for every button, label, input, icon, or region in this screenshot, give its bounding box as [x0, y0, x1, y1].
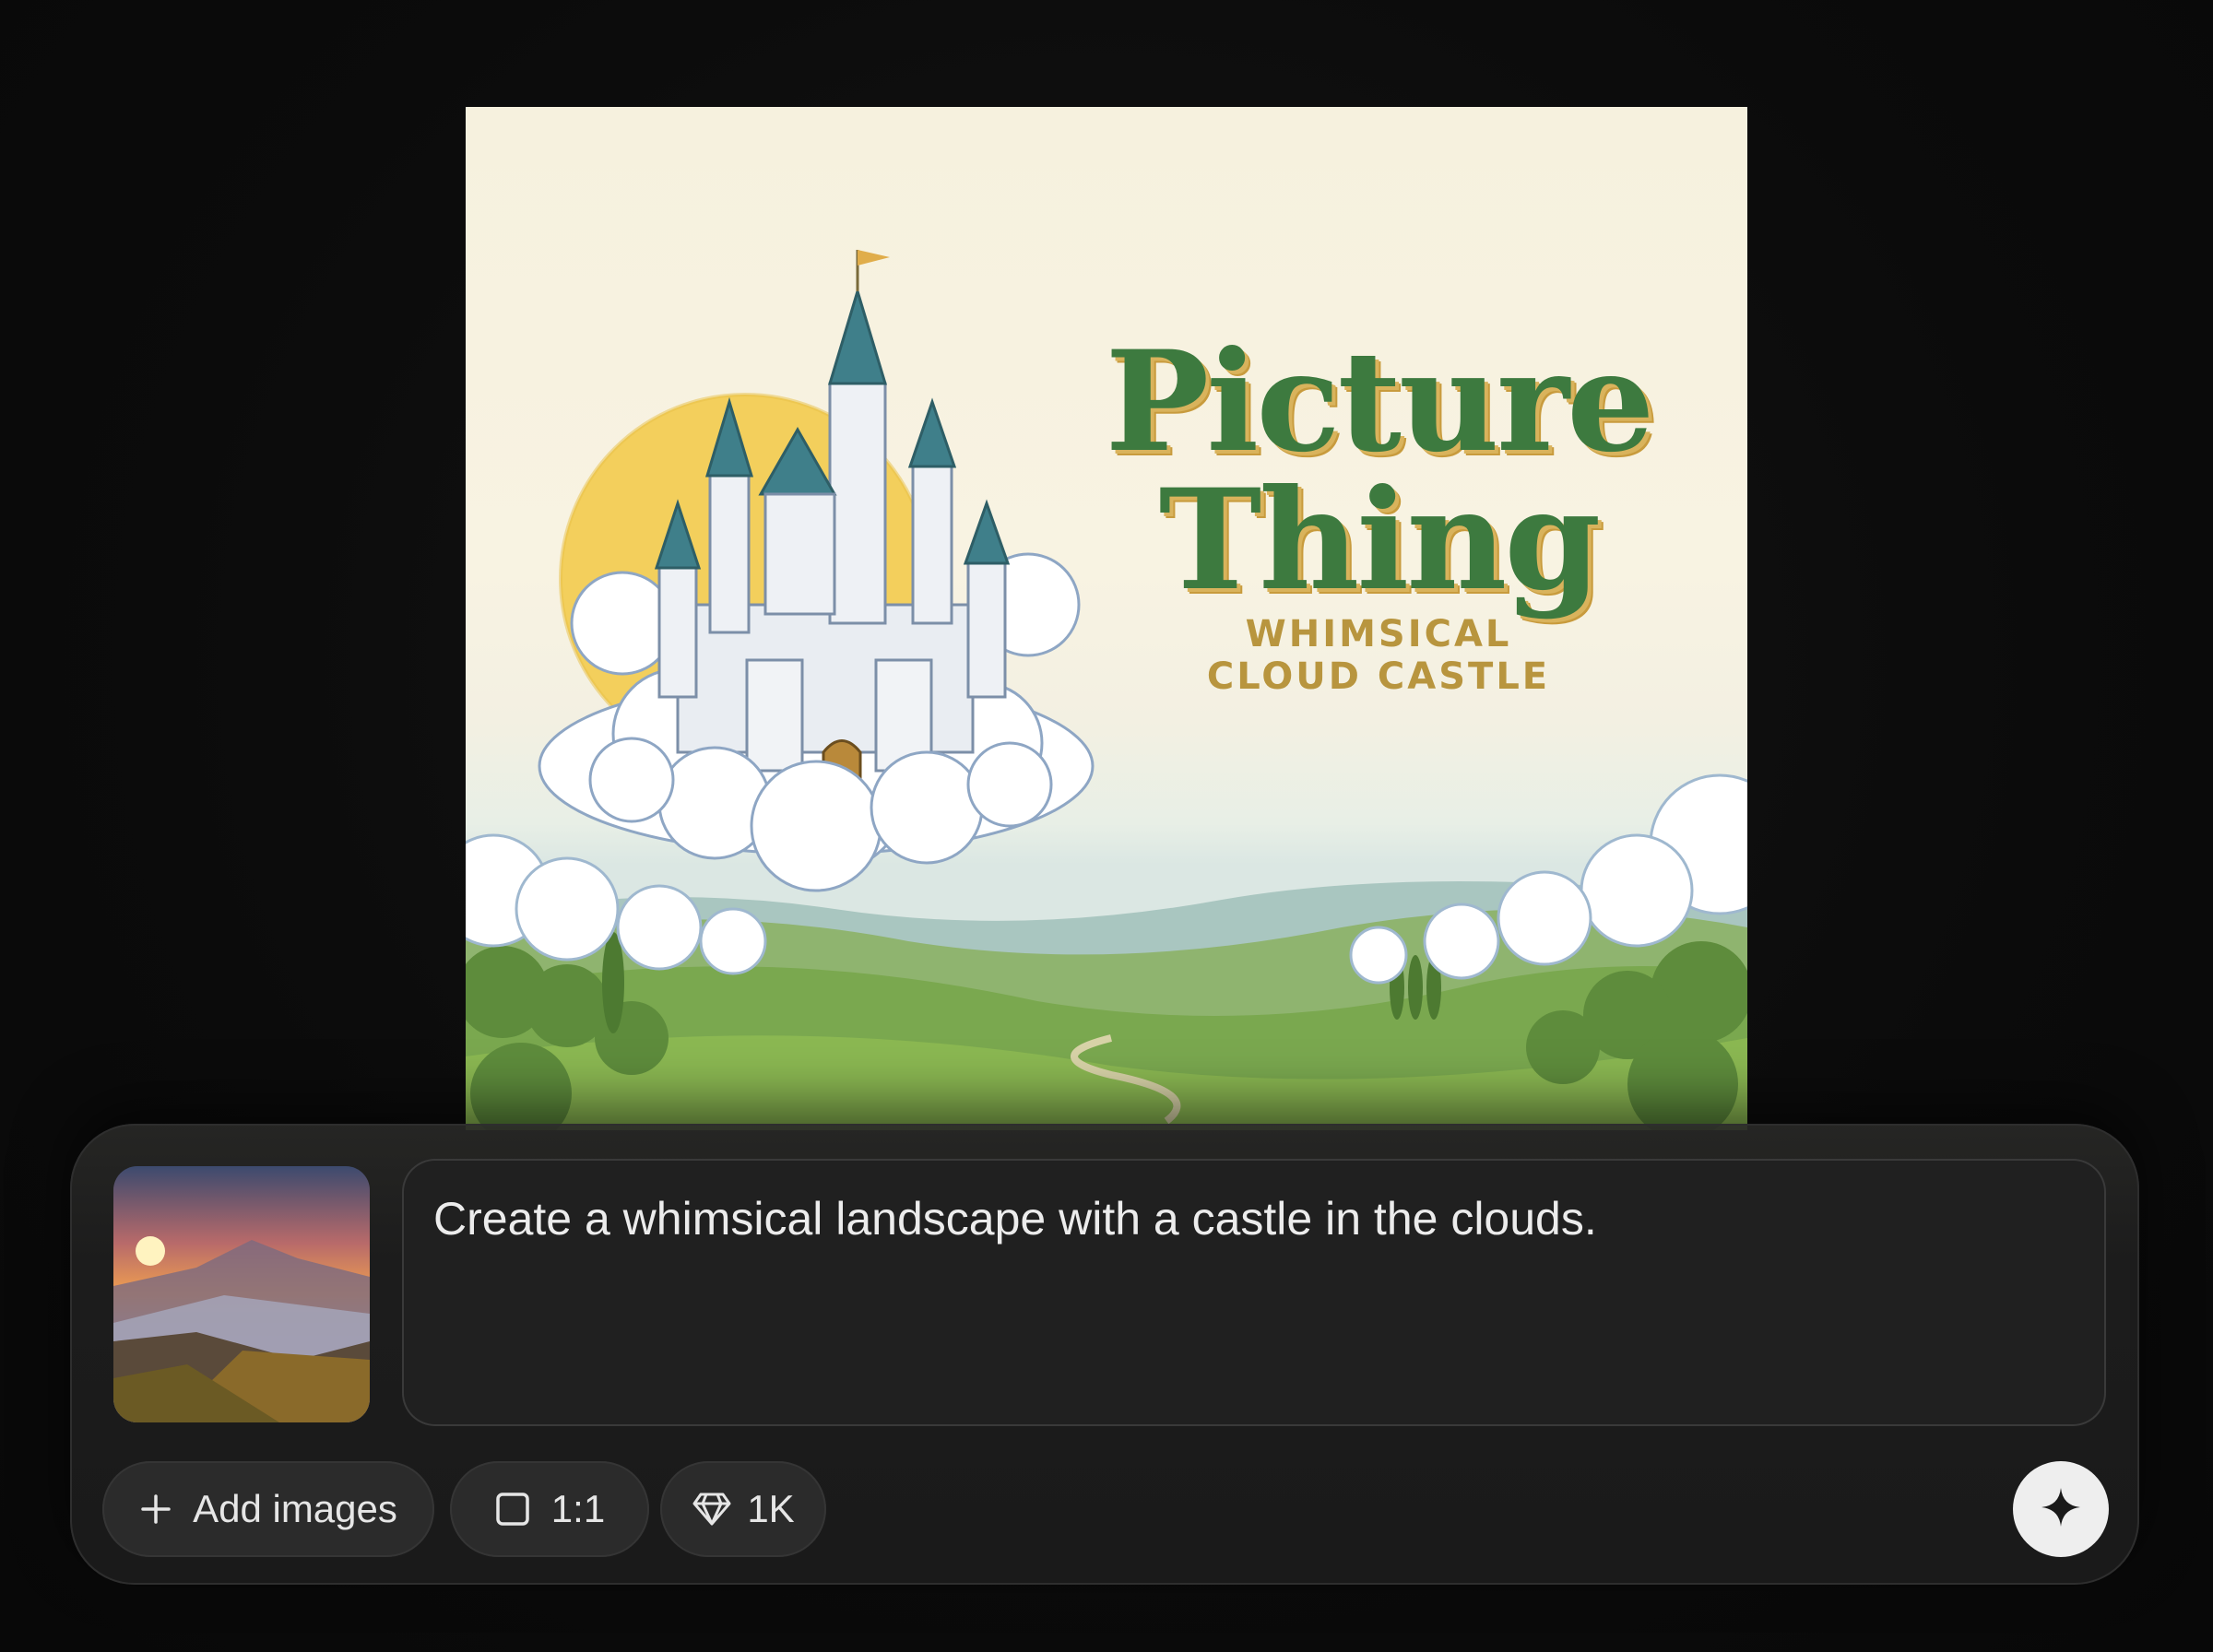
- sparkle-icon: [2040, 1486, 2082, 1533]
- quality-button[interactable]: 1K: [660, 1461, 826, 1557]
- artwork-title-line2: Thing: [1158, 459, 1602, 621]
- generate-button[interactable]: [2013, 1461, 2109, 1557]
- artwork-title-line1: Picture: [1105, 321, 1655, 483]
- sunset-mountain-thumbnail: [113, 1166, 370, 1422]
- attached-image-thumbnail[interactable]: [113, 1166, 370, 1422]
- square-icon: [494, 1491, 531, 1528]
- quality-label: 1K: [747, 1487, 795, 1530]
- aspect-ratio-label: 1:1: [550, 1487, 606, 1530]
- aspect-ratio-button[interactable]: 1:1: [450, 1461, 649, 1557]
- castle-shape: [654, 250, 1011, 791]
- diamond-icon: [692, 1491, 732, 1528]
- app-canvas: Picture Thing WHIMSICAL CLOUD CASTLE Cre…: [0, 0, 2213, 1652]
- prompt-input-container: Create a whimsical landscape with a cast…: [402, 1159, 2106, 1426]
- add-images-button[interactable]: Add images: [102, 1461, 434, 1557]
- add-images-label: Add images: [193, 1487, 397, 1530]
- artwork-subtitle-line2: CLOUD CASTLE: [1206, 655, 1551, 698]
- generated-image[interactable]: Picture Thing WHIMSICAL CLOUD CASTLE: [466, 107, 1747, 1130]
- prompt-composer: Create a whimsical landscape with a cast…: [70, 1124, 2139, 1585]
- plus-icon: [139, 1493, 172, 1526]
- artwork-title-block: Picture Thing WHIMSICAL CLOUD CASTLE: [1102, 333, 1655, 698]
- prompt-input[interactable]: Create a whimsical landscape with a cast…: [433, 1190, 2075, 1393]
